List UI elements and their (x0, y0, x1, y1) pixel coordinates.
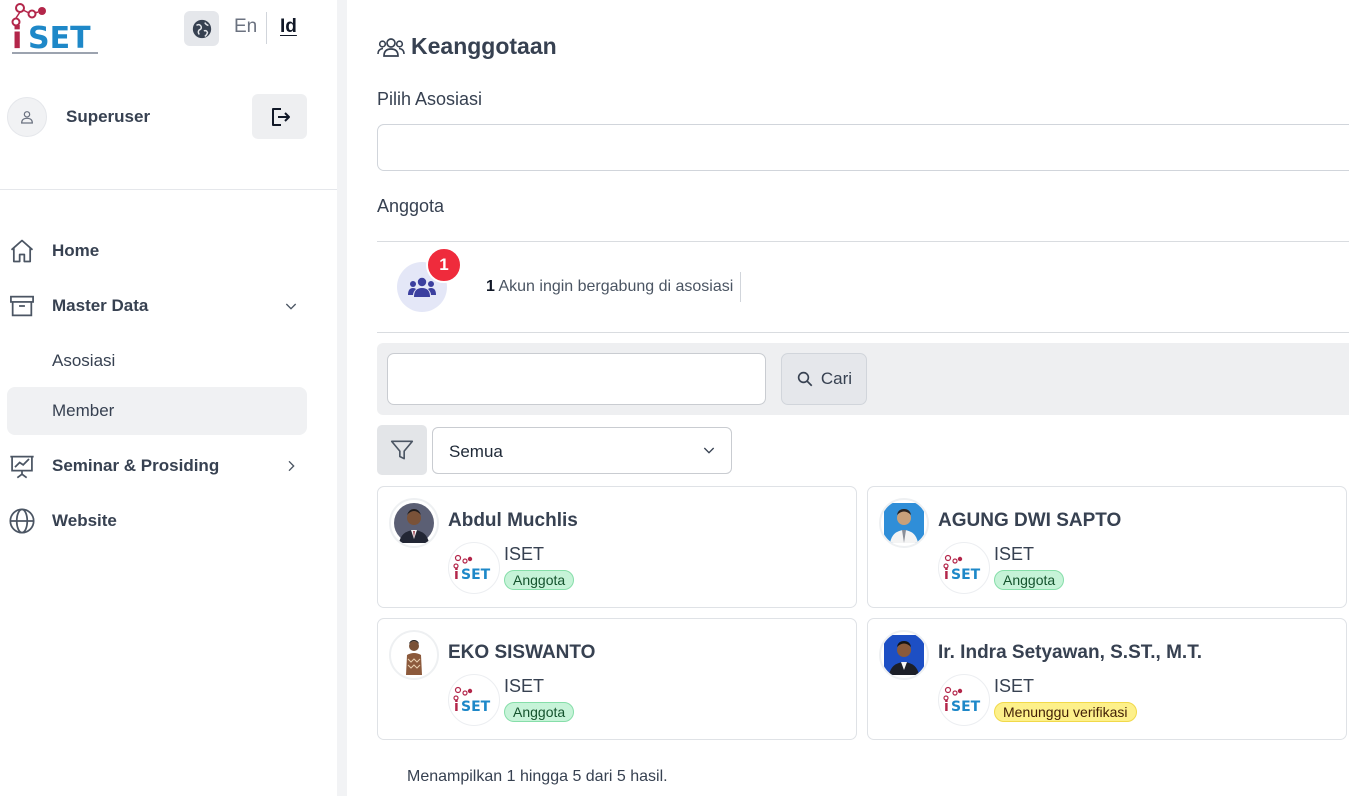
member-organization: ISET (994, 676, 1035, 696)
chevron-down-icon (281, 296, 301, 316)
asosiasi-select[interactable] (377, 124, 1349, 171)
notification-badge: 1 (426, 247, 462, 283)
sidebar-item-label: Asosiasi (52, 351, 116, 370)
avatar (879, 630, 929, 680)
member-card[interactable]: Abdul Muchlis i SET ISET Anggota (377, 486, 857, 608)
sidebar-item-website[interactable]: Website (7, 497, 307, 545)
status-filter-select[interactable]: Semua (432, 427, 732, 474)
search-icon (797, 371, 813, 387)
sidebar: i SET En Id Superuser Home Master Data A… (0, 0, 337, 796)
user-name: Superuser (66, 107, 151, 126)
avatar (7, 97, 47, 137)
member-organization: ISET (504, 544, 545, 564)
sidebar-item-label: Home (52, 241, 100, 260)
avatar (389, 630, 439, 680)
search-button-label: Cari (820, 369, 853, 388)
status-badge: Menunggu verifikasi (994, 702, 1137, 722)
svg-text:i: i (454, 699, 459, 714)
organization-logo: i SET (938, 674, 990, 726)
search-input[interactable] (387, 353, 766, 405)
svg-text:SET: SET (461, 567, 491, 582)
member-organization: ISET (504, 676, 545, 696)
user-icon (21, 111, 33, 124)
archive-icon (7, 291, 37, 321)
svg-text:i: i (944, 699, 949, 714)
member-organization: ISET (994, 544, 1035, 564)
sidebar-item-seminar[interactable]: Seminar & Prosiding (7, 442, 307, 490)
search-bar: Cari (377, 343, 1349, 415)
svg-text:SET: SET (951, 567, 981, 582)
sidebar-item-label: Website (52, 511, 117, 530)
main-content: Keanggotaan Pilih Asosiasi Anggota 1 1 A… (347, 0, 1349, 796)
sidebar-item-master-data[interactable]: Master Data (7, 282, 307, 330)
search-button[interactable]: Cari (781, 353, 867, 405)
lang-divider (266, 12, 267, 44)
sidebar-item-member[interactable]: Member (7, 387, 307, 435)
join-request-text[interactable]: 1 Akun ingin bergabung di asosiasi (486, 278, 733, 296)
iset-logo[interactable]: i SET (10, 2, 102, 58)
users-group-icon (377, 37, 405, 57)
page-title: Keanggotaan (377, 33, 557, 60)
member-card[interactable]: AGUNG DWI SAPTO i SET ISET Anggota (867, 486, 1347, 608)
language-globe-button[interactable] (184, 11, 219, 46)
organization-logo: i SET (448, 542, 500, 594)
sidebar-item-home[interactable]: Home (7, 227, 307, 275)
filter-selected-value: Semua (449, 442, 503, 461)
organization-logo: i SET (938, 542, 990, 594)
sidebar-item-label: Member (52, 401, 115, 420)
svg-text:SET: SET (461, 699, 491, 714)
anggota-label: Anggota (377, 196, 445, 216)
sidebar-divider (0, 189, 337, 190)
logout-icon (271, 107, 290, 126)
lang-id-link[interactable]: Id (280, 16, 297, 38)
chevron-down-icon (701, 442, 717, 463)
status-badge: Anggota (504, 570, 575, 590)
svg-text:i: i (12, 21, 22, 56)
logout-button[interactable] (252, 94, 307, 139)
svg-text:SET: SET (28, 21, 91, 56)
avatar (389, 498, 439, 548)
globe-icon (192, 19, 211, 38)
member-name: AGUNG DWI SAPTO (938, 510, 1122, 531)
pagination-summary: Menampilkan 1 hingga 5 dari 5 hasil. (407, 768, 668, 785)
sidebar-item-label: Seminar & Prosiding (52, 456, 220, 475)
svg-text:i: i (454, 567, 459, 582)
sidebar-gutter (337, 0, 347, 796)
lang-en-link[interactable]: En (234, 16, 257, 38)
chevron-right-icon (281, 456, 301, 476)
divider (377, 332, 1349, 333)
member-name: EKO SISWANTO (448, 642, 596, 663)
member-name: Abdul Muchlis (448, 510, 578, 531)
join-request-count: 1 (486, 278, 495, 295)
status-badge: Anggota (994, 570, 1065, 590)
page-title-text: Keanggotaan (411, 33, 557, 59)
status-badge: Anggota (504, 702, 575, 722)
organization-logo: i SET (448, 674, 500, 726)
filter-button[interactable] (377, 425, 427, 475)
member-card[interactable]: EKO SISWANTO i SET ISET Anggota (377, 618, 857, 740)
presentation-chart-icon (7, 451, 37, 481)
svg-text:i: i (944, 567, 949, 582)
avatar (879, 498, 929, 548)
globe-icon (7, 506, 37, 536)
filter-icon (390, 440, 414, 460)
member-name: Ir. Indra Setyawan, S.ST., M.T. (938, 642, 1202, 663)
join-request-message: Akun ingin bergabung di asosiasi (498, 278, 734, 295)
pilih-asosiasi-label: Pilih Asosiasi (377, 89, 483, 109)
users-group-icon (408, 277, 436, 297)
member-card[interactable]: Ir. Indra Setyawan, S.ST., M.T. i SET IS… (867, 618, 1347, 740)
sidebar-item-label: Master Data (52, 296, 149, 315)
divider (740, 272, 741, 302)
divider (377, 241, 1349, 242)
home-icon (7, 236, 37, 266)
sidebar-item-asosiasi[interactable]: Asosiasi (7, 337, 307, 385)
svg-text:SET: SET (951, 699, 981, 714)
